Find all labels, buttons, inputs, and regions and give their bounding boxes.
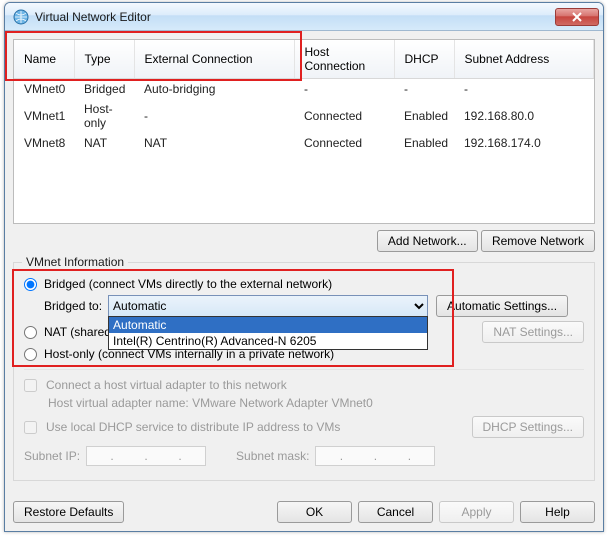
ok-button[interactable]: OK: [277, 501, 352, 523]
cell: Connected: [294, 133, 394, 153]
radio-nat[interactable]: NAT (shared: [24, 325, 111, 339]
cell: Auto-bridging: [134, 79, 294, 100]
cell: NAT: [74, 133, 134, 153]
cancel-button[interactable]: Cancel: [358, 501, 433, 523]
dhcp-settings-button: DHCP Settings...: [472, 416, 584, 438]
dhcp-check-label: Use local DHCP service to distribute IP …: [46, 420, 340, 434]
table-row[interactable]: VMnet8 NAT NAT Connected Enabled 192.168…: [14, 133, 594, 153]
add-network-button[interactable]: Add Network...: [377, 230, 478, 252]
host-adapter-checkbox: [24, 379, 37, 392]
table-row[interactable]: VMnet0 Bridged Auto-bridging - - -: [14, 79, 594, 100]
radio-bridged-label: Bridged (connect VMs directly to the ext…: [44, 277, 332, 291]
cell: Enabled: [394, 133, 454, 153]
subnet-ip-field: . . .: [86, 446, 206, 466]
app-icon: [13, 9, 29, 25]
cell: Enabled: [394, 99, 454, 133]
dropdown-option[interactable]: Intel(R) Centrino(R) Advanced-N 6205: [109, 333, 427, 349]
apply-button: Apply: [439, 501, 514, 523]
cell: -: [394, 79, 454, 100]
dropdown-option[interactable]: Automatic: [109, 317, 427, 333]
cell: -: [134, 99, 294, 133]
bottom-bar: Restore Defaults OK Cancel Apply Help: [13, 501, 595, 523]
table-row[interactable]: VMnet1 Host-only - Connected Enabled 192…: [14, 99, 594, 133]
bridged-to-dropdown[interactable]: Automatic Intel(R) Centrino(R) Advanced-…: [108, 316, 428, 350]
cell: VMnet0: [14, 79, 74, 100]
col-host[interactable]: Host Connection: [294, 40, 394, 79]
window: Virtual Network Editor Name Type Externa…: [4, 2, 604, 532]
cell: -: [454, 79, 594, 100]
cell: 192.168.80.0: [454, 99, 594, 133]
subnet-mask-label: Subnet mask:: [236, 449, 309, 463]
nat-settings-button: NAT Settings...: [482, 321, 584, 343]
cell: -: [294, 79, 394, 100]
network-table[interactable]: Name Type External Connection Host Conne…: [13, 39, 595, 224]
client-area: Name Type External Connection Host Conne…: [5, 31, 603, 531]
cell: Bridged: [74, 79, 134, 100]
cell: Connected: [294, 99, 394, 133]
remove-network-button[interactable]: Remove Network: [481, 230, 595, 252]
help-button[interactable]: Help: [520, 501, 595, 523]
bridged-to-label: Bridged to:: [44, 299, 102, 313]
cell: VMnet1: [14, 99, 74, 133]
radio-bridged-input[interactable]: [24, 278, 37, 291]
bridged-to-select[interactable]: Automatic: [108, 295, 428, 317]
host-adapter-hint: Host virtual adapter name: VMware Networ…: [48, 396, 584, 410]
dhcp-checkbox: [24, 421, 37, 434]
cell: VMnet8: [14, 133, 74, 153]
radio-nat-input[interactable]: [24, 326, 37, 339]
titlebar[interactable]: Virtual Network Editor: [5, 3, 603, 31]
col-name[interactable]: Name: [14, 40, 74, 79]
vmnet-info-group: VMnet Information Bridged (connect VMs d…: [13, 262, 595, 481]
automatic-settings-button[interactable]: Automatic Settings...: [436, 295, 568, 317]
radio-bridged[interactable]: Bridged (connect VMs directly to the ext…: [24, 277, 332, 291]
close-button[interactable]: [555, 8, 599, 26]
col-type[interactable]: Type: [74, 40, 134, 79]
col-sub[interactable]: Subnet Address: [454, 40, 594, 79]
host-adapter-label: Connect a host virtual adapter to this n…: [46, 378, 287, 392]
cell: Host-only: [74, 99, 134, 133]
restore-defaults-button[interactable]: Restore Defaults: [13, 501, 124, 523]
cell: 192.168.174.0: [454, 133, 594, 153]
radio-nat-label: NAT (shared: [44, 325, 111, 339]
subnet-ip-label: Subnet IP:: [24, 449, 80, 463]
subnet-mask-field: . . .: [315, 446, 435, 466]
radio-hostonly-input[interactable]: [24, 348, 37, 361]
window-title: Virtual Network Editor: [35, 10, 555, 24]
group-legend: VMnet Information: [22, 255, 128, 269]
cell: NAT: [134, 133, 294, 153]
col-dhcp[interactable]: DHCP: [394, 40, 454, 79]
col-ext[interactable]: External Connection: [134, 40, 294, 79]
